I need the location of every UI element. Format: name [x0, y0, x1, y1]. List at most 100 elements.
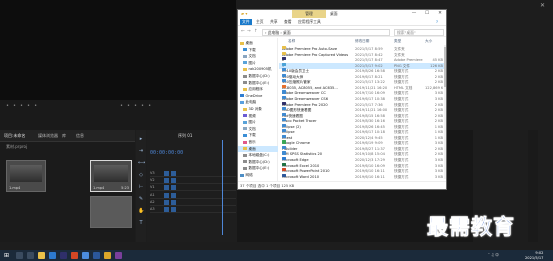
- maximize-button[interactable]: ☐: [421, 10, 433, 18]
- monitor-transport-controls[interactable]: • • • • •: [6, 103, 38, 109]
- context-tab-manage[interactable]: 管理: [292, 10, 326, 18]
- clip-thumbnail[interactable]: [90, 196, 132, 228]
- nav-item[interactable]: 图片: [238, 60, 278, 67]
- column-header-date[interactable]: 修改日期: [355, 38, 369, 45]
- track-solo-icon[interactable]: [171, 207, 176, 212]
- premiere-icon[interactable]: [60, 252, 67, 259]
- app-icon[interactable]: [82, 252, 89, 259]
- tab-share[interactable]: 共享: [268, 19, 280, 25]
- nav-item[interactable]: 数据中心(D:): [238, 159, 278, 166]
- search-icon[interactable]: [16, 252, 23, 259]
- track-solo-icon[interactable]: [171, 193, 176, 198]
- close-button[interactable]: ✕: [434, 10, 446, 18]
- nav-item[interactable]: 数据中心(E:): [238, 80, 278, 87]
- nav-item[interactable]: 视频: [238, 113, 278, 120]
- tab-file[interactable]: 文件: [240, 19, 252, 25]
- track-eye-icon[interactable]: [171, 178, 176, 183]
- tab-app-tools[interactable]: 应用程序工具: [296, 19, 323, 25]
- nav-item-label: 桌面: [245, 41, 253, 45]
- nav-item[interactable]: 本地磁盘(C:): [238, 152, 278, 159]
- nav-item[interactable]: 桌面: [238, 40, 278, 47]
- nav-item[interactable]: 网络: [238, 172, 278, 179]
- search-input[interactable]: 搜索"桌面": [394, 28, 444, 36]
- file-row[interactable]: Microsoft Word 2010 2019/6/10 16:11 快捷方式 3 …: [279, 173, 445, 180]
- track-lock-icon[interactable]: [164, 185, 169, 190]
- windows-start-icon[interactable]: ⊞: [3, 252, 10, 259]
- track-eye-icon[interactable]: [171, 185, 176, 190]
- task-view-icon[interactable]: [27, 252, 34, 259]
- hand-tool-icon[interactable]: ✋: [138, 208, 144, 214]
- ripple-edit-icon[interactable]: ⟷: [138, 160, 145, 166]
- powerpoint-icon[interactable]: [71, 252, 78, 259]
- nav-item[interactable]: 数据中心(E:): [238, 165, 278, 172]
- track-mute-icon[interactable]: [164, 200, 169, 205]
- tab-libraries[interactable]: 库: [62, 133, 66, 139]
- drive-icon: [243, 166, 247, 170]
- vertical-scrollbar[interactable]: [444, 45, 446, 179]
- track-lock-icon[interactable]: [164, 178, 169, 183]
- nav-item[interactable]: 桌面: [238, 145, 278, 153]
- pr-icon: [282, 101, 286, 105]
- tab-media-browser[interactable]: 媒体浏览器: [38, 133, 58, 139]
- system-tray[interactable]: ˆ ♫ 中: [488, 253, 499, 258]
- app-icon: [282, 151, 286, 155]
- forward-icon[interactable]: →: [247, 29, 251, 34]
- track-eye-icon[interactable]: [171, 171, 176, 176]
- nav-item[interactable]: 此电脑: [238, 99, 278, 106]
- chrome-icon[interactable]: [104, 252, 111, 259]
- column-header-name[interactable]: 名称: [288, 38, 295, 45]
- timeline-timecode[interactable]: 00:00:00:00: [150, 150, 183, 156]
- track-mute-icon[interactable]: [164, 207, 169, 212]
- clock[interactable]: 9:02 2021/5/17: [525, 251, 543, 260]
- column-header-type[interactable]: 类型: [394, 38, 401, 45]
- nav-item[interactable]: 应用程序: [238, 86, 278, 93]
- clip-thumbnail-selected[interactable]: 1.mp4 5:23: [90, 160, 132, 192]
- tab-project[interactable]: 项目:未命名: [4, 133, 25, 139]
- nav-item[interactable]: 图片: [238, 119, 278, 126]
- app-icon[interactable]: [115, 252, 122, 259]
- edge-icon[interactable]: [49, 252, 56, 259]
- tab-home[interactable]: 主页: [254, 19, 266, 25]
- tab-info[interactable]: 信息: [76, 133, 84, 139]
- help-icon[interactable]: ?: [434, 19, 440, 25]
- ppt-icon: [282, 168, 286, 172]
- scrollbar-thumb[interactable]: [444, 47, 446, 87]
- back-icon[interactable]: ←: [241, 29, 245, 34]
- pr-icon: [282, 57, 286, 61]
- nav-item[interactable]: 下载: [238, 47, 278, 54]
- up-icon[interactable]: ↑: [254, 29, 258, 34]
- clip-thumbnail[interactable]: 1.mp4: [6, 160, 46, 192]
- razor-tool-icon[interactable]: ◇: [138, 172, 144, 178]
- column-header-size[interactable]: 大小: [425, 38, 432, 45]
- tab-view[interactable]: 查看: [282, 19, 294, 25]
- type-tool-icon[interactable]: T: [138, 220, 144, 226]
- nav-item[interactable]: 3D 对象: [238, 106, 278, 113]
- nav-item[interactable]: 文档: [238, 53, 278, 60]
- minimize-button[interactable]: —: [408, 10, 420, 18]
- clip-preview: [10, 165, 42, 182]
- track-mute-icon[interactable]: [164, 193, 169, 198]
- close-icon[interactable]: ✕: [540, 2, 545, 9]
- app-icon: [282, 118, 286, 122]
- nav-item[interactable]: rak200905机: [238, 66, 278, 73]
- word-icon[interactable]: [93, 252, 100, 259]
- track-solo-icon[interactable]: [171, 200, 176, 205]
- nav-item[interactable]: 文档: [238, 126, 278, 133]
- slip-tool-icon[interactable]: ⊢: [138, 184, 144, 190]
- network-icon: [240, 173, 244, 177]
- file-explorer-icon[interactable]: [38, 252, 45, 259]
- track-lock-icon[interactable]: [164, 171, 169, 176]
- monitor-transport-controls-right[interactable]: • • • • •: [120, 103, 152, 109]
- nav-item[interactable]: OneDrive: [238, 93, 278, 100]
- selection-tool-icon[interactable]: ▸: [138, 136, 144, 142]
- file-name: IBM SPSS Statistics 20: [282, 152, 323, 157]
- track-select-icon[interactable]: ⇥: [138, 148, 144, 154]
- pen-tool-icon[interactable]: ✎: [138, 196, 144, 202]
- nav-item[interactable]: 音乐: [238, 139, 278, 146]
- track-name: A2: [150, 200, 155, 204]
- address-bar[interactable]: › 此电脑 › 桌面: [262, 28, 390, 36]
- timeline-playhead[interactable]: [222, 140, 223, 235]
- nav-item[interactable]: 下载: [238, 132, 278, 139]
- nav-item[interactable]: 数据中心(D:): [238, 73, 278, 80]
- tab-sequence[interactable]: 序列 01: [178, 133, 192, 139]
